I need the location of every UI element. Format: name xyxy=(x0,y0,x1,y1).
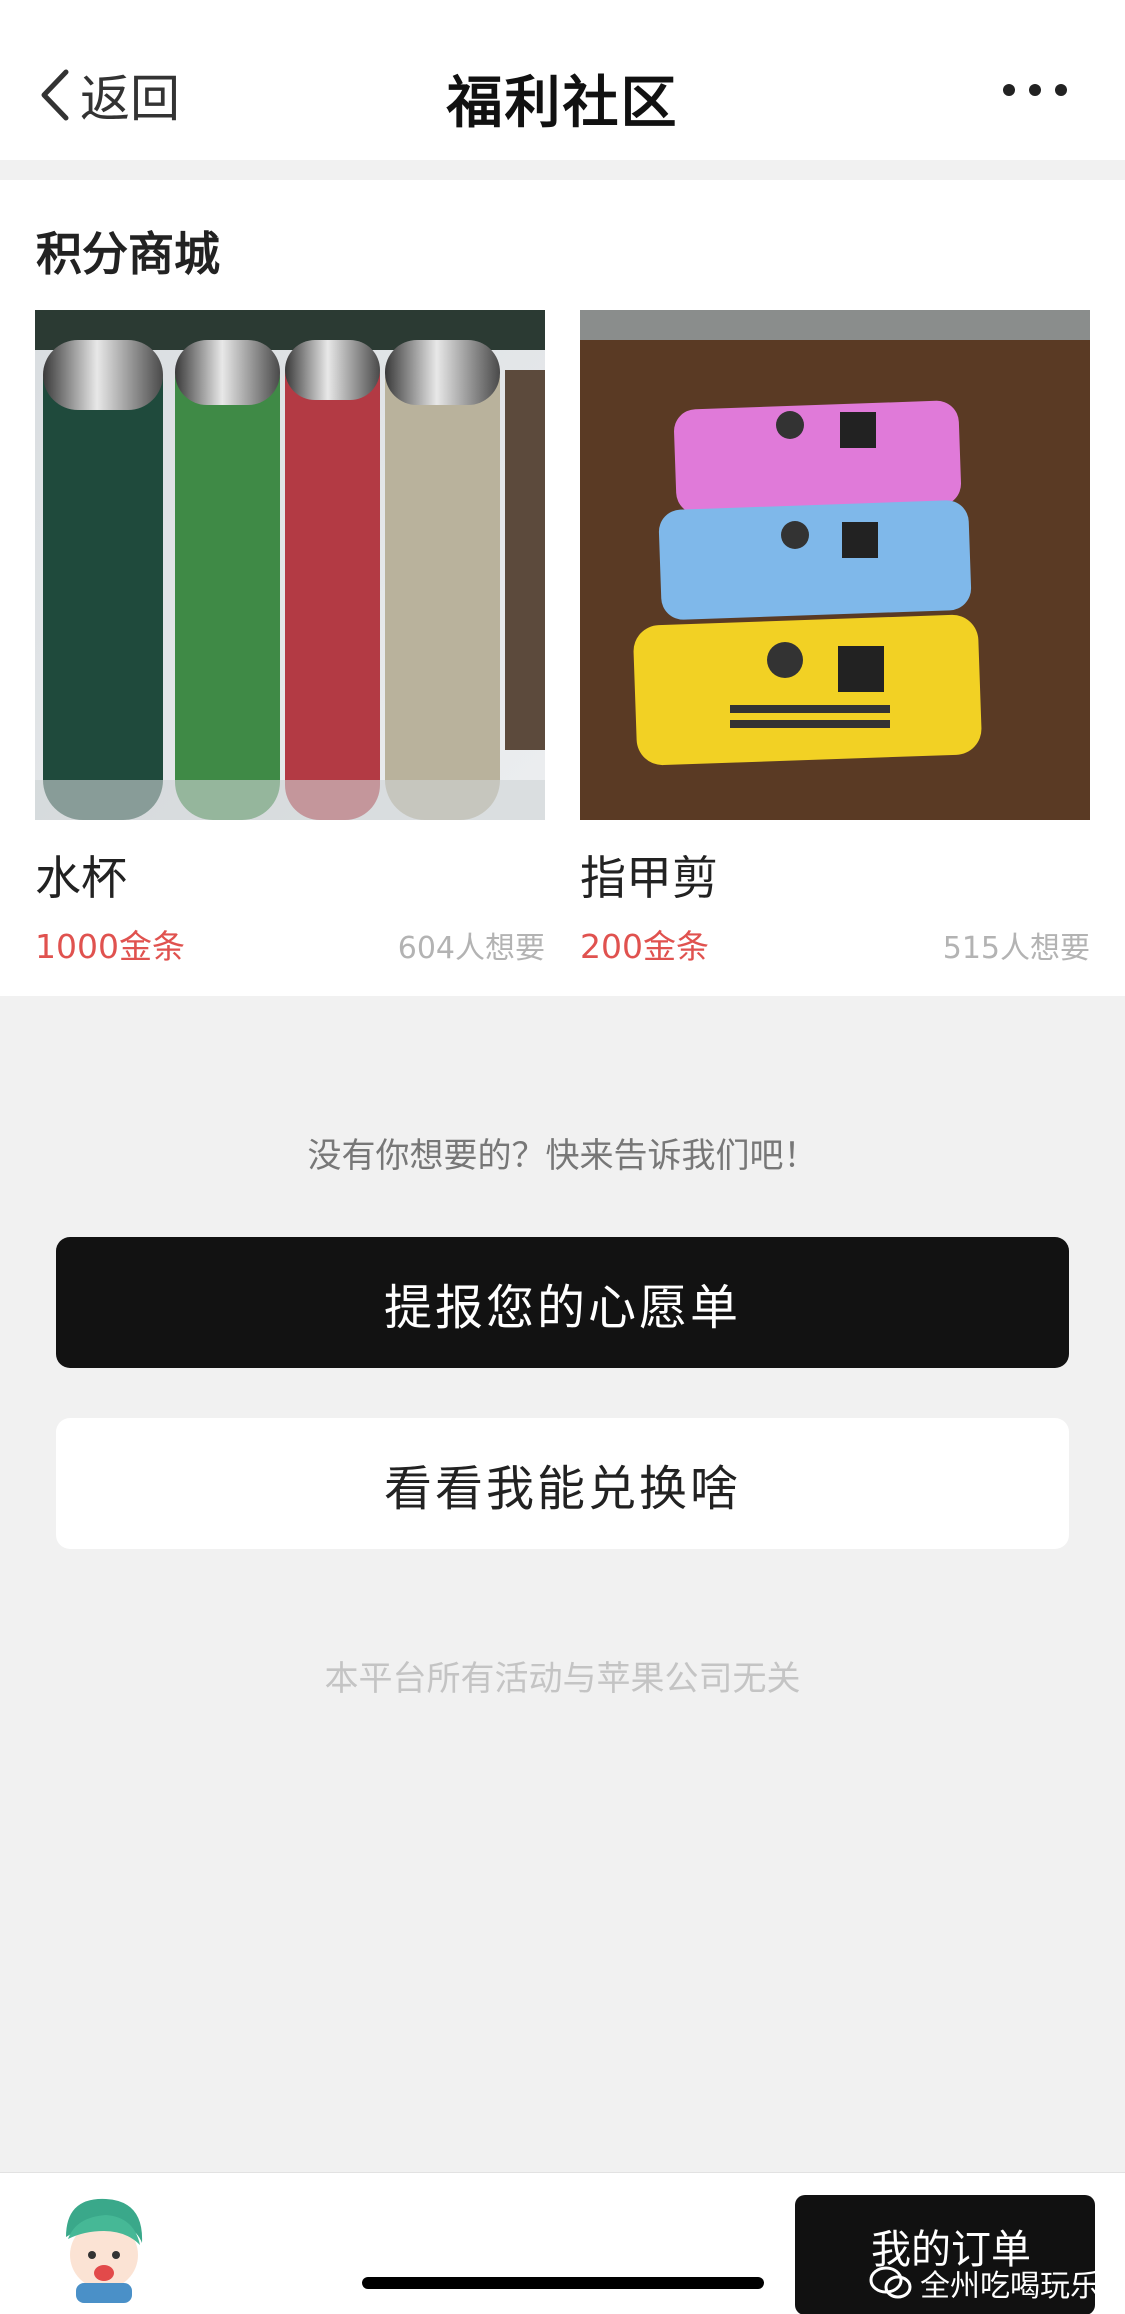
want-count: 515人想要 xyxy=(942,931,1090,966)
product-name: 水杯 xyxy=(35,851,127,905)
product-image-clipper-cases xyxy=(580,310,1090,820)
watermark: 全州吃喝玩乐 xyxy=(868,2261,1100,2305)
bottom-bar: 我的订单 全州吃喝玩乐 xyxy=(0,2172,1125,2314)
dot xyxy=(1029,84,1041,96)
submit-wishlist-button[interactable]: 提报您的心愿单 xyxy=(56,1237,1069,1368)
nav-bar: 返回 福利社区 xyxy=(0,0,1125,160)
product-meta: 200金条 515人想要 xyxy=(580,920,1090,968)
dot xyxy=(1055,84,1067,96)
product-card-cup[interactable]: 水杯 1000金条 604人想要 xyxy=(35,310,545,968)
section-title: 积分商城 xyxy=(36,227,220,281)
browse-redeemable-button[interactable]: 看看我能兑换啥 xyxy=(56,1418,1069,1549)
watermark-text: 全州吃喝玩乐 xyxy=(920,2269,1100,2304)
wechat-icon xyxy=(869,2266,912,2299)
points-mall-section: 积分商城 水杯 1000金条 604人想要 指甲剪 200金条 515人想要 xyxy=(0,180,1125,996)
product-price: 200金条 xyxy=(580,927,709,966)
disclaimer-text: 本平台所有活动与苹果公司无关 xyxy=(324,1659,801,1699)
product-card-nail-clipper[interactable]: 指甲剪 200金条 515人想要 xyxy=(580,310,1090,968)
wishlist-prompt: 没有你想要的？快来告诉我们吧！ xyxy=(307,1136,818,1176)
product-image-thermos xyxy=(35,310,545,820)
home-indicator xyxy=(362,2277,764,2289)
page-title: 福利社区 xyxy=(446,71,679,136)
product-price: 1000金条 xyxy=(35,927,185,966)
product-meta: 1000金条 604人想要 xyxy=(35,920,545,968)
dot xyxy=(1003,84,1015,96)
product-name: 指甲剪 xyxy=(580,851,718,905)
want-count: 604人想要 xyxy=(397,931,545,966)
avatar[interactable] xyxy=(46,2187,156,2303)
more-dots-icon[interactable] xyxy=(1003,84,1067,96)
